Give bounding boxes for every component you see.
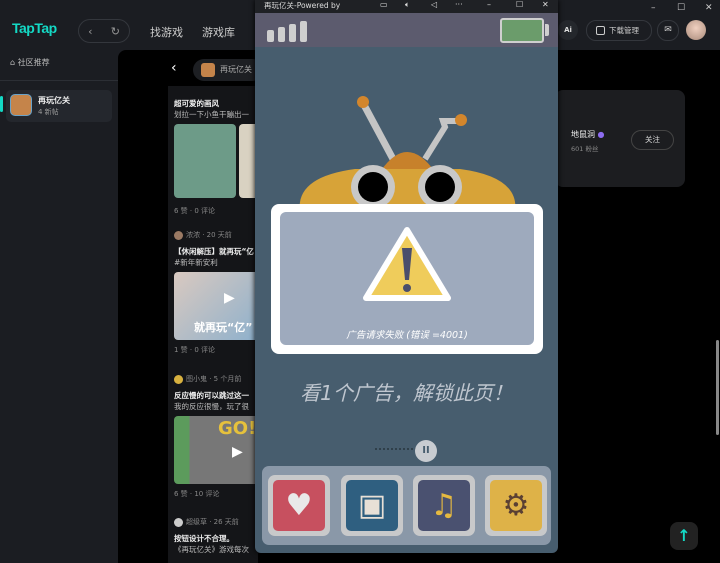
more-icon[interactable]: ··· [455,0,463,9]
game-pill[interactable]: 再玩亿关 [193,59,263,81]
verified-badge-icon: ● [597,130,605,139]
post-card[interactable]: 超可爱的画风 划拉一下小鱼干蹦出一 6 赞 · 0 评论 [174,98,258,216]
game-window: 再玩亿关-Powered by ▭ 🔈︎ ◁ ··· – ☐ ✕ 广告请求失败 … [255,0,558,553]
post-desc: #新年新安利 [174,258,218,267]
post-title: 反应慢的可以跳过这一 [174,391,249,400]
nav-game-library[interactable]: 游戏库 [202,24,235,40]
download-icon [596,26,605,35]
post-video-thumbnail[interactable]: 就再玩“亿” ▶ [174,272,258,340]
nav-controls: ‹ ↻ [78,19,130,43]
refresh-icon[interactable]: ↻ [111,25,120,38]
game-window-title: 再玩亿关-Powered by [264,1,341,10]
unlock-prompt[interactable]: 看1个广告，解锁此页！ [255,377,558,406]
game-status-bar [255,13,558,47]
developer-name-label: 地鼠洞 [571,130,595,139]
battery-tip [545,24,549,36]
page-indicator [375,448,417,450]
game-avatar [10,94,32,116]
developer-name[interactable]: 地鼠洞 ● [571,129,605,140]
download-label: 下载管理 [609,26,639,35]
back-icon[interactable]: ‹ [88,25,92,38]
warning-icon [363,227,451,301]
active-indicator [0,96,3,112]
gear-icon: ⚙ [490,480,542,531]
taptap-logo[interactable]: TapTap [12,20,57,36]
sidebar-item-game[interactable]: 再玩亿关 4 新帖 [6,90,112,122]
post-card[interactable]: 图小鬼 · 5 个月前 反应慢的可以跳过这一 我的反应很慢，玩了很 GO! ▶ 6… [174,374,258,499]
post-stats: 6 赞 · 0 评论 [174,207,216,215]
robot-mascot-illustration [299,96,516,207]
back-to-top-button[interactable]: ↑ [670,522,698,550]
screenshot-icon[interactable]: ▭ [380,0,388,9]
minimize-icon[interactable]: – [651,3,656,13]
maximize-icon[interactable]: ☐ [677,3,685,13]
post-desc: 《再玩亿关》游戏每次 [174,545,249,554]
support-button[interactable]: ♥ [268,475,330,536]
game-pill-label: 再玩亿关 [220,65,252,74]
post-author: 图小鬼 · 5 个月前 [186,375,242,383]
post-feed: 超可爱的画风 划拉一下小鱼干蹦出一 6 赞 · 0 评论 浓浓 · 20 天前 … [168,86,258,563]
post-desc: 我的反应很慢，玩了很 [174,402,249,411]
home-icon: ⌂ [10,58,18,67]
user-avatar [174,230,183,240]
post-title: 【休闲解压】就再玩“亿 [174,247,254,256]
minimize-icon[interactable]: – [487,0,491,9]
post-card[interactable]: 超级草 · 26 天前 按钮设计不合理。 《再玩亿关》游戏每次 [174,517,258,555]
thumbnail-text: 就再玩“亿” [194,321,253,334]
developer-fans: 601 粉丝 [571,145,599,153]
ad-error-message: 广告请求失败 (错误 =4001) [346,330,468,341]
heart-mug-icon: ♥ [273,480,325,531]
settings-button[interactable]: ⚙ [485,475,547,536]
play-icon: ▶ [232,444,243,460]
thumbnail-text: GO! [218,418,257,439]
pause-button[interactable]: II [415,440,437,462]
post-stats: 1 赞 · 0 评论 [174,346,216,354]
game-avatar [201,63,215,77]
divider [0,80,118,81]
nav-find-games[interactable]: 找游戏 [150,24,183,40]
maximize-icon[interactable]: ☐ [516,0,523,9]
download-manager-button[interactable]: 下载管理 [586,20,652,41]
user-avatar [174,374,183,384]
follow-button[interactable]: 关注 [631,130,674,150]
post-title: 超可爱的画风 [174,99,219,108]
post-title: 按钮设计不合理。 [174,534,234,543]
close-icon[interactable]: ✕ [542,0,549,9]
new-posts-count: 4 新帖 [38,108,59,116]
inbox-icon[interactable]: ✉ [657,20,679,41]
user-avatar [174,517,183,527]
sidebar-home-label: 社区推荐 [17,58,50,67]
user-avatar[interactable] [686,20,706,40]
post-author: 浓浓 · 20 天前 [186,231,232,239]
scrollbar[interactable] [716,340,719,435]
ai-button[interactable]: Ai [558,20,578,40]
share-icon[interactable]: ◁ [431,0,437,9]
game-title-bar: 再玩亿关-Powered by ▭ 🔈︎ ◁ ··· – ☐ ✕ [255,0,558,13]
post-card[interactable]: 浓浓 · 20 天前 【休闲解压】就再玩“亿 #新年新安利 就再玩“亿” ▶ 1 … [174,230,258,355]
post-author: 超级草 · 26 天前 [186,518,239,526]
close-icon[interactable]: ✕ [705,3,713,13]
battery-icon [500,18,544,43]
volume-icon[interactable]: 🔈︎ [405,0,410,10]
play-icon: ▶ [224,290,235,306]
post-video-thumbnail[interactable]: GO! ▶ [174,416,258,484]
music-button[interactable]: ♫ [413,475,475,536]
back-button[interactable]: ‹ [171,60,177,76]
post-image [174,124,236,198]
post-stats: 6 赞 · 10 评论 [174,490,220,498]
post-desc: 划拉一下小鱼干蹦出一 [174,110,249,119]
game-name: 再玩亿关 [38,96,70,105]
gallery-button[interactable]: ▣ [341,475,403,536]
photos-icon: ▣ [346,480,398,531]
sidebar-community-home[interactable]: ⌂ 社区推荐 [10,57,50,68]
music-note-icon: ♫ [418,480,470,531]
